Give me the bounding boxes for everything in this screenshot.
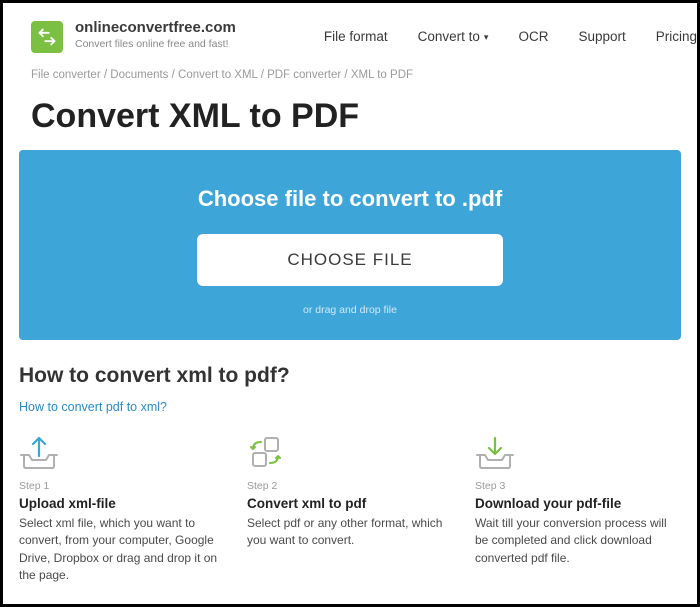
nav-file-format-label: File format (324, 29, 388, 44)
step-1-num: Step 1 (19, 480, 225, 492)
step-3-title: Download your pdf-file (475, 496, 681, 511)
step-2-num: Step 2 (247, 480, 453, 492)
header: onlineconvertfree.com Convert files onli… (3, 3, 697, 65)
step-1-desc: Select xml file, which you want to conve… (19, 515, 225, 585)
breadcrumb: File converter / Documents / Convert to … (3, 65, 697, 81)
download-icon (475, 434, 681, 470)
nav-support-label: Support (578, 29, 625, 44)
page-title: Convert XML to PDF (3, 81, 697, 150)
crumb-sep: / (168, 69, 178, 81)
nav-support[interactable]: Support (578, 29, 625, 44)
logo-icon[interactable] (31, 21, 63, 53)
crumb-convert-to-xml[interactable]: Convert to XML (178, 69, 257, 81)
step-2-title: Convert xml to pdf (247, 496, 453, 511)
dropzone-hint: or drag and drop file (19, 304, 681, 316)
nav-pricing[interactable]: Pricing (656, 29, 697, 44)
crumb-xml-to-pdf[interactable]: XML to PDF (351, 69, 413, 81)
step-1-title: Upload xml-file (19, 496, 225, 511)
nav-convert-to[interactable]: Convert to ▾ (418, 29, 489, 44)
nav-file-format[interactable]: File format (324, 29, 388, 44)
nav-convert-to-label: Convert to (418, 29, 480, 44)
step-1: Step 1 Upload xml-file Select xml file, … (19, 434, 225, 585)
step-3-desc: Wait till your conversion process will b… (475, 515, 681, 567)
crumb-sep: / (101, 69, 111, 81)
convert-icon (247, 434, 453, 470)
howto-reverse-link[interactable]: How to convert pdf to xml? (3, 394, 697, 414)
step-2: Step 2 Convert xml to pdf Select pdf or … (247, 434, 453, 585)
nav-ocr[interactable]: OCR (518, 29, 548, 44)
step-3-num: Step 3 (475, 480, 681, 492)
crumb-sep: / (341, 69, 351, 81)
howto-title: How to convert xml to pdf? (3, 340, 697, 394)
steps-row: Step 1 Upload xml-file Select xml file, … (3, 414, 697, 585)
crumb-sep: / (258, 69, 268, 81)
nav-pricing-label: Pricing (656, 29, 697, 44)
top-nav: File format Convert to ▾ OCR Support Pri… (324, 19, 697, 44)
brand-name[interactable]: onlineconvertfree.com (75, 19, 236, 36)
crumb-file-converter[interactable]: File converter (31, 69, 101, 81)
brand-tagline: Convert files online free and fast! (75, 38, 236, 50)
upload-icon (19, 434, 225, 470)
crumb-documents[interactable]: Documents (110, 69, 168, 81)
step-2-desc: Select pdf or any other format, which yo… (247, 515, 453, 550)
dropzone-heading: Choose file to convert to .pdf (19, 186, 681, 212)
nav-ocr-label: OCR (518, 29, 548, 44)
step-3: Step 3 Download your pdf-file Wait till … (475, 434, 681, 585)
chevron-down-icon: ▾ (484, 32, 489, 43)
crumb-pdf-converter[interactable]: PDF converter (267, 69, 341, 81)
dropzone[interactable]: Choose file to convert to .pdf CHOOSE FI… (19, 150, 681, 340)
brand-block: onlineconvertfree.com Convert files onli… (75, 19, 236, 50)
choose-file-button[interactable]: CHOOSE FILE (197, 234, 502, 286)
